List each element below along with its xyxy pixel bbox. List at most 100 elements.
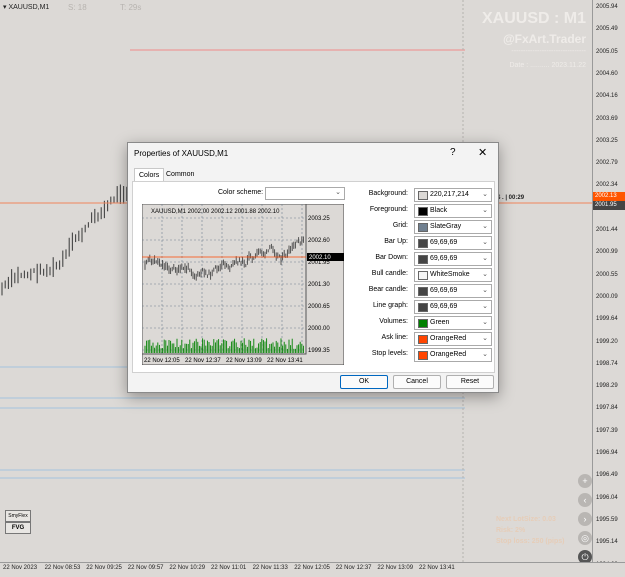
chevron-down-icon: ⌄ xyxy=(482,271,488,278)
time-tick-label: 22 Nov 11:01 xyxy=(211,565,247,571)
property-label: Ask line: xyxy=(381,334,408,341)
color-swatch xyxy=(418,351,428,360)
color-select[interactable]: Black ⌄ xyxy=(414,204,492,218)
color-select[interactable]: OrangeRed ⌄ xyxy=(414,332,492,346)
spread-label: S: 18 xyxy=(68,3,87,12)
color-select[interactable]: 69,69,69 ⌄ xyxy=(414,284,492,298)
time-tick-label: 22 Nov 10:29 xyxy=(169,565,206,571)
preview-price-label: 2002.60 xyxy=(308,238,330,244)
cancel-button[interactable]: Cancel xyxy=(393,375,441,389)
price-tick-label: 1996.49 xyxy=(596,472,618,479)
color-value: 69,69,69 xyxy=(430,287,458,294)
time-tick-label: 22 Nov 13:41 xyxy=(419,565,455,571)
property-label: Bear candle: xyxy=(368,286,408,293)
color-select[interactable]: Green ⌄ xyxy=(414,316,492,330)
chevron-down-icon: ⌄ xyxy=(482,287,488,294)
preview-price-tag: 2002.10 xyxy=(309,255,331,261)
time-tick-label: 22 Nov 2023 xyxy=(3,565,38,571)
price-tick-label: 1995.59 xyxy=(596,516,618,523)
preview-header: XAUUSD,M1 2002.00 2002.12 2001.88 2002.1… xyxy=(151,209,280,215)
property-label: Stop levels: xyxy=(371,350,408,357)
time-axis: 22 Nov 2023 22 Nov 08:53 22 Nov 09:25 22 No… xyxy=(0,562,625,577)
time-tick-label: 22 Nov 08:53 xyxy=(44,565,81,571)
property-label: Volumes: xyxy=(379,318,408,325)
chart-symbol-label: ▾ XAUUSD,M1 xyxy=(3,4,50,11)
price-tick-label: 1999.20 xyxy=(596,338,618,345)
price-tick-label: 1997.84 xyxy=(596,405,618,412)
preview-time-label: 22 Nov 13:09 xyxy=(226,358,262,364)
color-swatch xyxy=(418,271,428,280)
chevron-down-icon: ⌄ xyxy=(482,191,488,198)
price-tick-label: 2003.69 xyxy=(596,115,618,122)
color-select[interactable]: OrangeRed ⌄ xyxy=(414,348,492,362)
color-swatch xyxy=(418,191,428,200)
color-select[interactable]: 220,217,214 ⌄ xyxy=(414,188,492,202)
price-tick-label: 2003.25 xyxy=(596,137,618,144)
chevron-left-icon[interactable]: ‹ xyxy=(578,493,592,507)
chevron-down-icon: ⌄ xyxy=(482,223,488,230)
price-tick-label: 2005.05 xyxy=(596,48,618,55)
price-tick-label: 1998.74 xyxy=(596,360,618,367)
reset-button[interactable]: Reset xyxy=(446,375,494,389)
fvg-button[interactable]: FVG xyxy=(5,522,31,534)
color-select[interactable]: WhiteSmoke ⌄ xyxy=(414,268,492,282)
ok-button[interactable]: OK xyxy=(340,375,388,389)
preview-price-label: 1999.35 xyxy=(308,348,330,354)
info-stop-loss: Stop loss: 250 (pips) xyxy=(496,538,565,545)
color-swatch xyxy=(418,255,428,264)
color-scheme-label: Color scheme: xyxy=(218,189,264,196)
preview-time-label: 22 Nov 12:05 xyxy=(144,358,180,364)
preview-time-label: 22 Nov 12:37 xyxy=(185,358,221,364)
chevron-down-icon: ⌄ xyxy=(335,189,341,196)
countdown-label: $ . | 00:29 xyxy=(497,195,525,201)
preview-price-label: 2000.65 xyxy=(308,304,330,310)
price-tick-label: 2000.55 xyxy=(596,271,618,278)
close-button[interactable]: ✕ xyxy=(478,146,487,159)
color-value: OrangeRed xyxy=(430,335,467,342)
target-icon[interactable]: ◎ xyxy=(578,531,592,545)
preview-chart: XAUUSD,M1 2002.00 2002.12 2001.88 2002.1… xyxy=(142,204,344,365)
tab-common[interactable]: Common xyxy=(162,168,198,181)
price-tick-label: 2000.09 xyxy=(596,293,618,300)
info-lot-size: Next LotSize: 0.03 xyxy=(496,516,556,523)
property-label: Background: xyxy=(368,190,408,197)
preview-price-label: 2003.25 xyxy=(308,216,330,222)
color-select[interactable]: 69,69,69 ⌄ xyxy=(414,300,492,314)
color-scheme-select[interactable]: ⌄ xyxy=(265,187,345,200)
ask-price-tag: 2002.13 xyxy=(593,192,625,201)
dialog-title: Properties of XAUUSD,M1 xyxy=(134,149,229,158)
price-tick-label: 2002.79 xyxy=(596,160,618,167)
watermark-rule: -------------------------------- xyxy=(511,48,586,55)
price-axis: 2005.94 2005.49 2005.05 2004.60 2004.16 2003.… xyxy=(592,0,625,568)
smyflex-button[interactable]: SmyFlex xyxy=(5,510,31,522)
time-tick-label: 22 Nov 12:05 xyxy=(294,565,330,571)
color-select[interactable]: 69,69,69 ⌄ xyxy=(414,252,492,266)
help-button[interactable]: ? xyxy=(450,147,456,158)
property-label: Bar Down: xyxy=(375,254,408,261)
price-tick-label: 2004.60 xyxy=(596,70,618,77)
time-tick-label: 22 Nov 11:33 xyxy=(252,565,288,571)
price-tick-label: 2002.34 xyxy=(596,182,618,189)
price-tick-label: 2004.16 xyxy=(596,93,618,100)
watermark-brand: @FxArt.Trader xyxy=(502,32,586,46)
plus-icon[interactable]: + xyxy=(578,474,592,488)
price-tick-label: 1997.39 xyxy=(596,427,618,434)
time-tick-label: 22 Nov 09:25 xyxy=(86,565,122,571)
color-swatch xyxy=(418,223,428,232)
chevron-down-icon: ⌄ xyxy=(482,207,488,214)
color-swatch xyxy=(418,303,428,312)
color-value: WhiteSmoke xyxy=(430,271,470,278)
preview-time-label: 22 Nov 13:41 xyxy=(267,358,303,364)
chevron-right-icon[interactable]: › xyxy=(578,512,592,526)
preview-price-label: 2001.30 xyxy=(308,282,330,288)
time-tick-label: 22 Nov 12:37 xyxy=(335,565,372,571)
color-select[interactable]: SlateGray ⌄ xyxy=(414,220,492,234)
watermark-date: Date : .......... 2023.11.22 xyxy=(509,62,586,69)
power-icon[interactable]: ⏻ xyxy=(578,550,592,562)
color-swatch xyxy=(418,287,428,296)
price-tick-label: 1996.94 xyxy=(596,450,618,456)
tab-colors[interactable]: Colors xyxy=(134,168,165,182)
color-select[interactable]: 69,69,69 ⌄ xyxy=(414,236,492,250)
color-value: 69,69,69 xyxy=(430,303,458,310)
price-tick-label: 1999.64 xyxy=(596,316,618,323)
